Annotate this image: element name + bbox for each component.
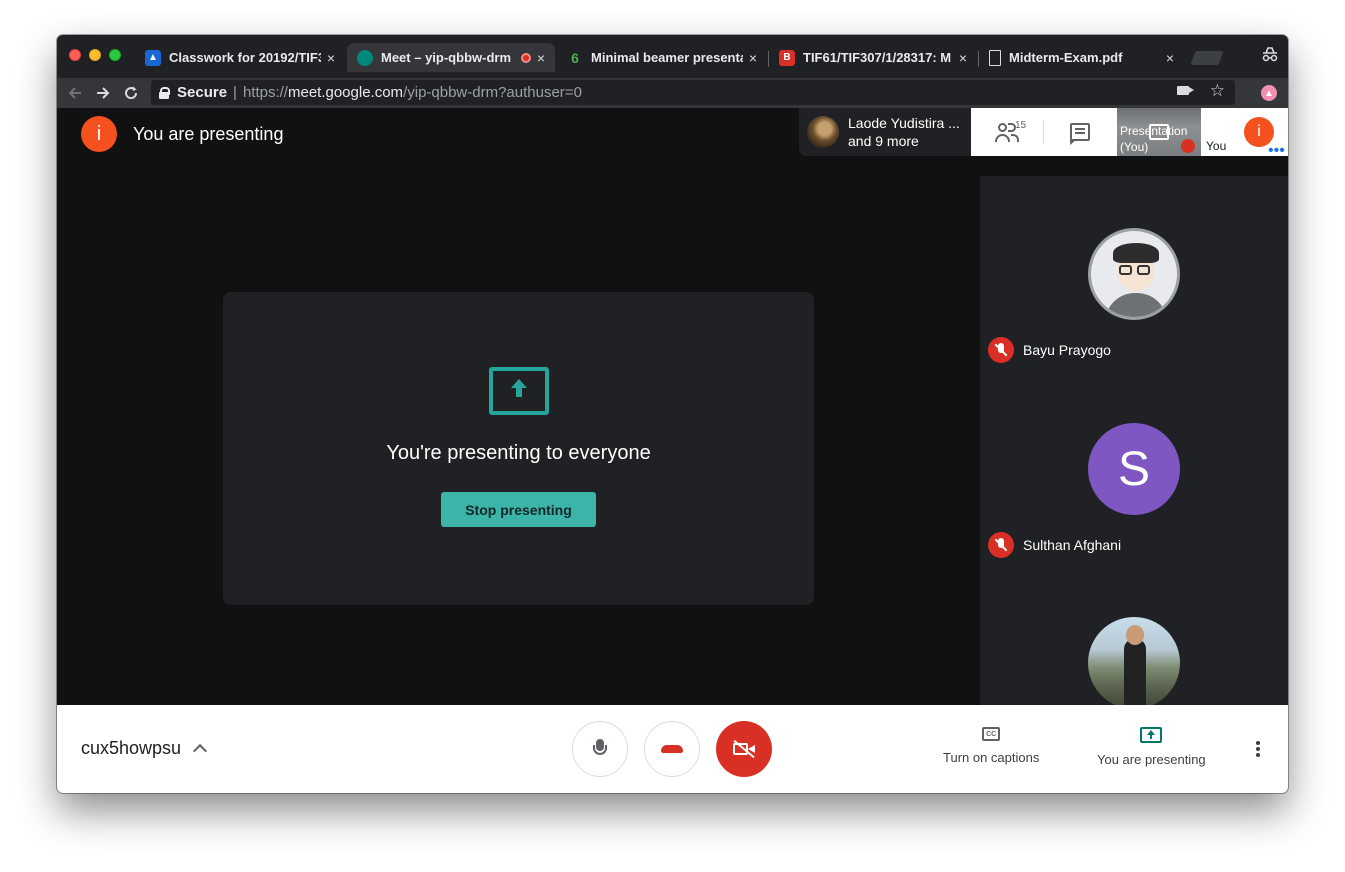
meet-stage: i You are presenting You're presenting t… xyxy=(57,108,1288,705)
tab-tif61[interactable]: B TIF61/TIF307/1/28317: M × xyxy=(769,43,977,72)
participant-avatar xyxy=(1088,617,1180,705)
url-scheme: https:// xyxy=(242,84,288,101)
meeting-details-toggle[interactable]: cux5howpsu xyxy=(81,738,208,759)
tab-beamer[interactable]: 6 Minimal beamer presentati × xyxy=(557,43,767,72)
presentation-tile[interactable]: Presentation (You) xyxy=(1117,108,1201,156)
pdf-viewer-favicon-icon: B xyxy=(779,49,795,66)
participant-name: Bayu Prayogo xyxy=(1023,342,1111,358)
camera-off-icon xyxy=(733,739,755,759)
camera-in-use-icon[interactable] xyxy=(1177,86,1194,95)
meet-favicon-icon xyxy=(357,49,373,66)
browser-window: ▲ Classwork for 20192/TIF3 × Meet – yip-… xyxy=(57,35,1288,793)
classroom-favicon-icon: ▲ xyxy=(145,49,161,66)
presenting-status-label: You are presenting xyxy=(133,123,284,144)
url-path: /yip-qbbw-drm?authuser=0 xyxy=(403,84,582,101)
present-screen-icon xyxy=(1140,727,1163,743)
muted-speaker-icon xyxy=(1181,139,1195,153)
self-tile-label: You xyxy=(1206,139,1227,153)
captions-button[interactable]: CC Turn on captions xyxy=(943,727,1039,765)
attendees-more-count: and 9 more xyxy=(848,133,919,149)
audio-activity-icon: ••• xyxy=(1268,142,1285,159)
microphone-icon xyxy=(593,739,607,759)
self-avatar: i xyxy=(81,116,117,152)
chat-icon xyxy=(1070,123,1090,145)
meeting-code: cux5howpsu xyxy=(81,738,182,758)
participant-tile[interactable]: S Sulthan Afghani xyxy=(980,371,1288,561)
chat-button[interactable] xyxy=(1044,108,1116,156)
recording-indicator-icon xyxy=(520,52,531,63)
attendees-primary-name: Laode Yudistira ... xyxy=(848,115,960,131)
present-now-button[interactable]: You are presenting xyxy=(1097,727,1206,767)
participant-avatar xyxy=(1088,228,1180,320)
presenting-message: You're presenting to everyone xyxy=(386,442,651,464)
tab-strip: ▲ Classwork for 20192/TIF3 × Meet – yip-… xyxy=(57,35,1288,78)
meeting-details-bar: 15 xyxy=(971,108,1117,156)
present-status-label: You are presenting xyxy=(1097,752,1206,767)
tab-close-icon[interactable]: × xyxy=(537,50,545,66)
forward-arrow-icon[interactable] xyxy=(91,81,115,105)
participant-tile[interactable] xyxy=(980,566,1288,705)
present-screen-icon xyxy=(489,367,549,415)
tab-close-icon[interactable]: × xyxy=(327,50,335,66)
presenting-panel: You're presenting to everyone Stop prese… xyxy=(223,292,814,605)
incognito-icon xyxy=(1260,45,1280,65)
stop-presenting-button[interactable]: Stop presenting xyxy=(441,492,596,527)
tab-close-icon[interactable]: × xyxy=(959,50,967,66)
participants-column: Bayu Prayogo S Sulthan Afghani xyxy=(980,176,1288,705)
overleaf-favicon-icon: 6 xyxy=(571,49,579,66)
self-tile[interactable]: You i ••• xyxy=(1201,108,1288,159)
mic-off-icon xyxy=(988,532,1014,558)
camera-toggle-button[interactable] xyxy=(716,721,772,777)
participant-avatar: S xyxy=(1088,423,1180,515)
attendee-avatar xyxy=(807,116,839,148)
captions-icon: CC xyxy=(982,727,1001,741)
people-button[interactable]: 15 xyxy=(971,108,1043,156)
maximize-window-button[interactable] xyxy=(109,49,121,61)
lock-icon xyxy=(159,86,170,99)
leave-call-button[interactable] xyxy=(644,721,700,777)
participant-tile[interactable]: Bayu Prayogo xyxy=(980,176,1288,366)
close-window-button[interactable] xyxy=(69,49,81,61)
bookmark-star-icon[interactable]: ☆ xyxy=(1210,81,1225,101)
mic-off-icon xyxy=(988,337,1014,363)
browser-toolbar: Secure | https:// meet.google.com /yip-q… xyxy=(57,78,1288,108)
tab-close-icon[interactable]: × xyxy=(1166,50,1174,66)
tab-close-icon[interactable]: × xyxy=(749,50,757,66)
new-tab-button[interactable] xyxy=(1190,51,1224,65)
url-host: meet.google.com xyxy=(287,84,404,101)
attendees-chip[interactable]: Laode Yudistira ... and 9 more xyxy=(799,108,971,156)
microphone-button[interactable] xyxy=(572,721,628,777)
tab-classwork[interactable]: ▲ Classwork for 20192/TIF3 × xyxy=(135,43,345,72)
people-count-badge: 15 xyxy=(1015,120,1027,131)
captions-label: Turn on captions xyxy=(943,750,1040,765)
reload-icon[interactable] xyxy=(119,81,143,105)
back-arrow-icon[interactable] xyxy=(63,81,87,105)
address-bar[interactable]: Secure | https:// meet.google.com /yip-q… xyxy=(151,80,1235,105)
secure-label: Secure xyxy=(177,84,228,101)
address-divider: | xyxy=(233,84,237,101)
hang-up-icon xyxy=(661,745,683,753)
participant-name: Sulthan Afghani xyxy=(1023,537,1122,553)
extension-icon[interactable]: ▲ xyxy=(1261,85,1277,101)
more-options-icon[interactable] xyxy=(1256,741,1260,757)
present-screen-icon xyxy=(1149,124,1169,140)
document-favicon-icon xyxy=(989,49,1001,66)
presenting-badge: i You are presenting xyxy=(81,116,283,152)
tab-meet[interactable]: Meet – yip-qbbw-drm × xyxy=(347,43,555,72)
meeting-controls-bar: cux5howpsu CC Turn on captions You are p… xyxy=(57,705,1288,793)
minimize-window-button[interactable] xyxy=(89,49,101,61)
chevron-up-icon xyxy=(193,743,208,759)
tab-midterm-pdf[interactable]: Midterm-Exam.pdf × xyxy=(979,43,1184,72)
